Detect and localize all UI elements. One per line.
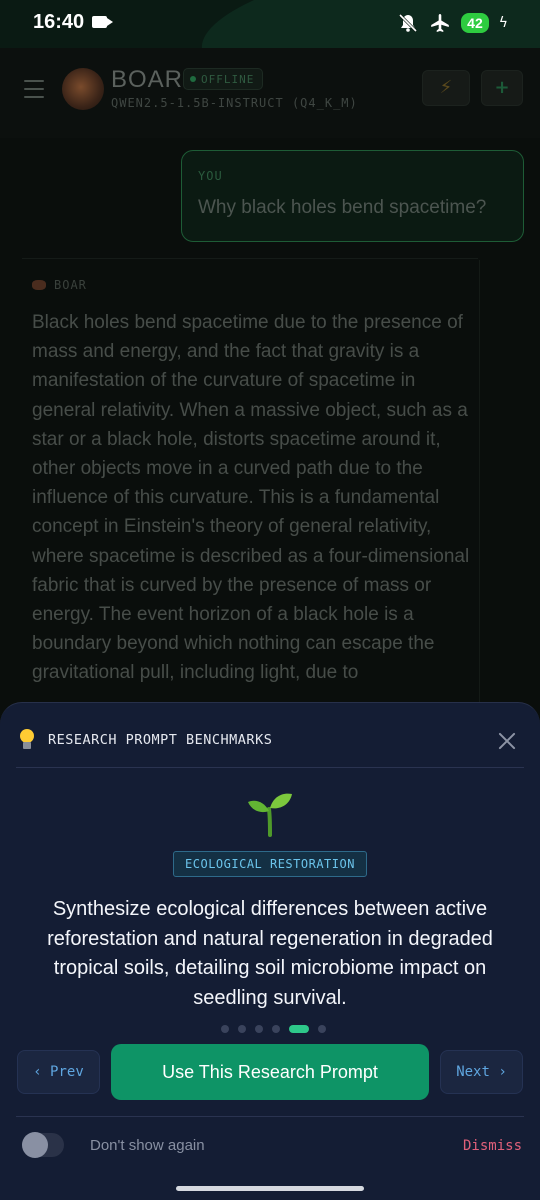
battery-icon: 42 [461,13,489,33]
video-recording-icon [92,16,113,28]
app-screen: 16:40 42 ϟ BOAR OFFLINE QWEN2.5-1.5B-INS… [0,0,540,1200]
navigation-bar [0,1182,540,1200]
user-message-text: Why black holes bend spacetime? [198,197,487,218]
bot-label: BOAR [32,278,87,292]
user-label: YOU [198,169,223,183]
prev-button[interactable]: ‹ Prev [17,1050,100,1094]
status-badge-label: OFFLINE [201,72,255,86]
status-icons: 42 ϟ [397,12,508,34]
chat-area: YOU Why black holes bend spacetime? BOAR… [0,138,540,738]
pagination-dot[interactable] [238,1025,246,1033]
boar-logo [62,68,104,110]
status-time: 16:40 [33,11,85,33]
divider [16,1116,524,1117]
home-gesture-handle[interactable] [176,1186,364,1191]
divider [22,258,478,259]
pagination-dot[interactable] [318,1025,326,1033]
category-tag: ECOLOGICAL RESTORATION [173,851,367,877]
model-name: QWEN2.5-1.5B-INSTRUCT (Q4_K_M) [111,96,358,110]
toggle-knob [22,1132,48,1158]
pagination-dot[interactable] [255,1025,263,1033]
use-prompt-button[interactable]: Use This Research Prompt [111,1044,429,1100]
status-bar: 16:40 42 ϟ [0,0,540,109]
bot-message-text: Black holes bend spacetime due to the pr… [32,312,470,684]
bot-message-card: BOAR Black holes bend spacetime due to t… [18,260,480,730]
dismiss-button[interactable]: Dismiss [463,1138,522,1154]
next-button[interactable]: Next › [440,1050,523,1094]
pagination-dot[interactable] [221,1025,229,1033]
status-badge: OFFLINE [183,68,264,90]
hamburger-menu-icon[interactable] [24,80,44,98]
research-prompt-text: Synthesize ecological differences betwee… [47,898,493,1009]
lightbulb-icon [18,729,36,751]
pagination-dot[interactable] [272,1025,280,1033]
new-chat-button[interactable]: + [481,70,523,106]
flash-button[interactable]: ⚡ [422,70,470,106]
status-dot-icon [190,76,196,82]
charging-icon: ϟ [498,15,508,31]
sheet-header: RESEARCH PROMPT BENCHMARKS [0,703,540,767]
dont-show-again-toggle[interactable] [22,1132,64,1158]
lightning-icon: ⚡ [439,77,453,98]
divider [16,767,524,768]
airplane-mode-icon [431,14,449,32]
bot-label-text: BOAR [54,278,87,292]
pagination-dots [221,1025,326,1033]
seedling-icon [248,793,292,837]
close-icon[interactable] [494,728,520,754]
mute-icon [399,13,418,33]
boar-icon [32,280,46,290]
pagination-dot-active[interactable] [289,1025,309,1033]
sheet-title: RESEARCH PROMPT BENCHMARKS [48,732,273,748]
plus-icon: + [494,77,510,98]
app-header: BOAR OFFLINE QWEN2.5-1.5B-INSTRUCT (Q4_K… [0,48,540,138]
research-prompt-sheet: RESEARCH PROMPT BENCHMARKS ECOLOGICAL RE… [0,702,540,1182]
app-title: BOAR [111,66,184,93]
dont-show-again-label: Don't show again [90,1137,205,1154]
user-message-bubble: YOU Why black holes bend spacetime? [181,150,524,242]
